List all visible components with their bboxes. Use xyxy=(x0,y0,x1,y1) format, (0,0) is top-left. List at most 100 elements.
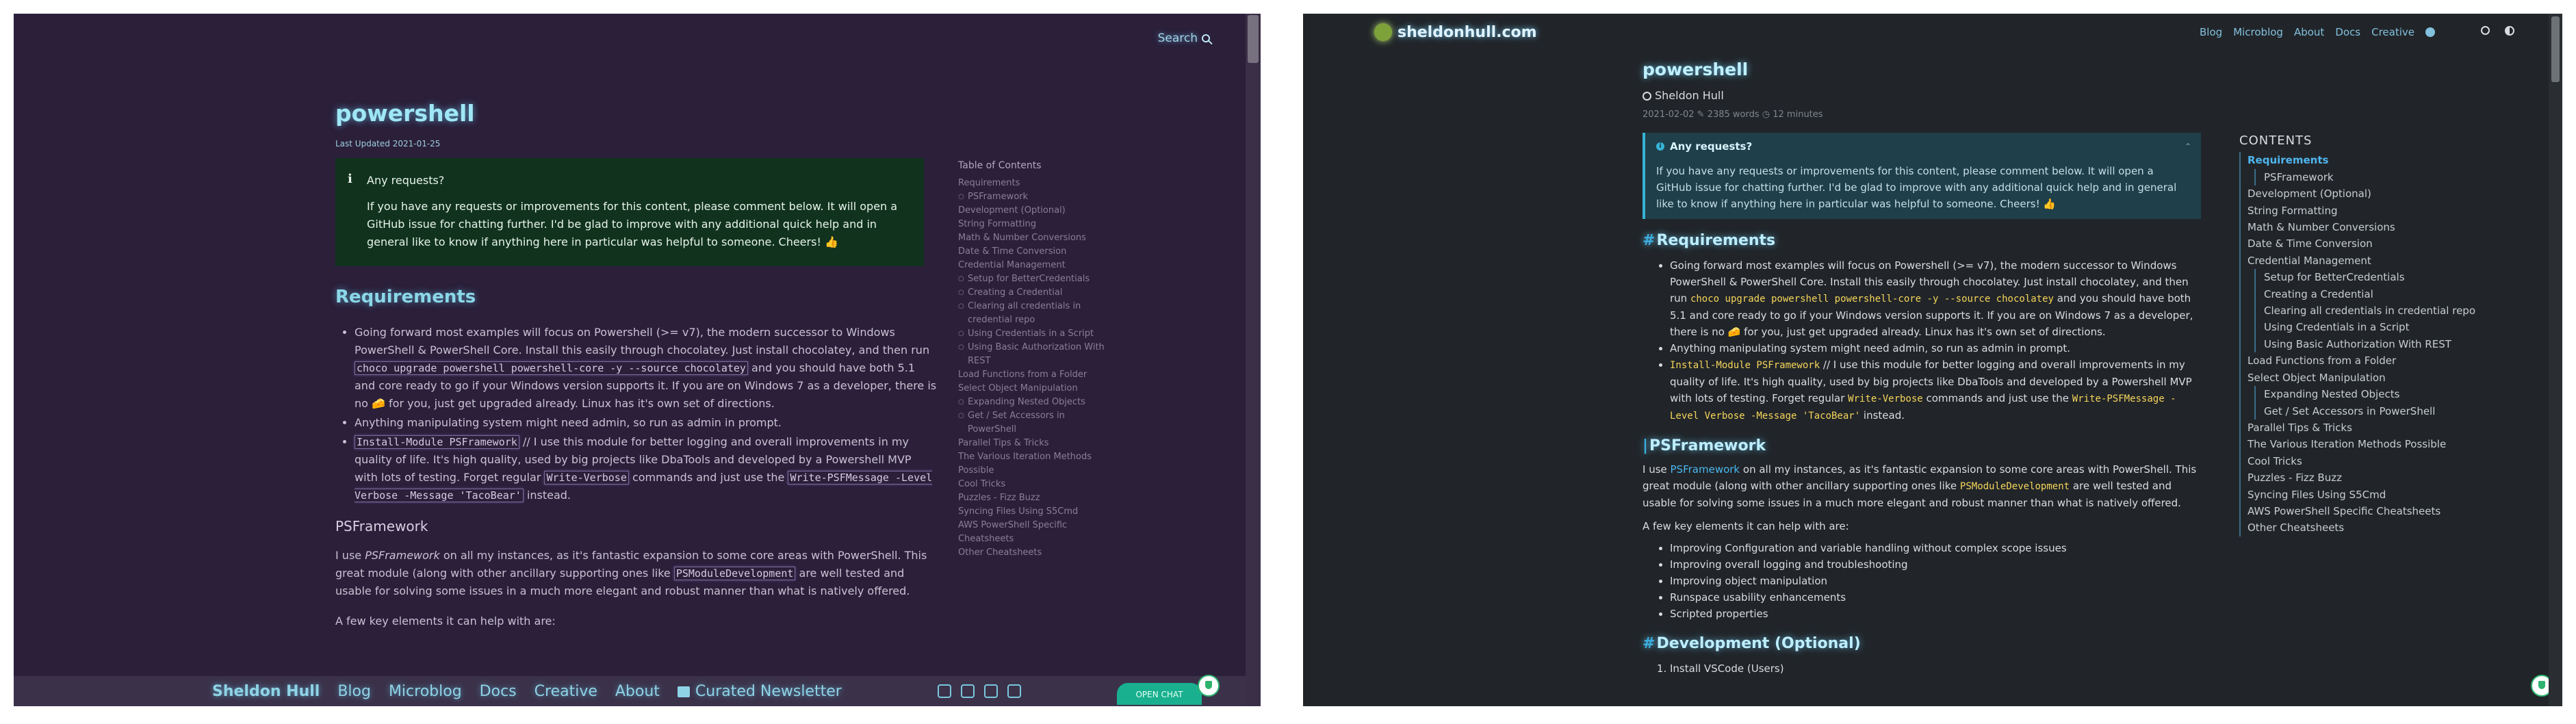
github-icon[interactable] xyxy=(2425,27,2435,37)
anchor-icon[interactable]: # xyxy=(1643,232,1655,249)
toc-item[interactable]: Setup for BetterCredentials xyxy=(2254,269,2513,286)
toc-item[interactable]: Credential Management xyxy=(2247,253,2513,269)
requests-callout[interactable]: i Any requests? ⌃ If you have any reques… xyxy=(1643,133,2201,219)
toc-item[interactable]: Puzzles - Fizz Buzz xyxy=(2247,469,2513,486)
toc-item[interactable]: Setup for BetterCredentials xyxy=(958,272,1116,286)
anchor-icon[interactable]: # xyxy=(1643,635,1655,652)
toc-item[interactable]: Credential Management xyxy=(958,259,1116,272)
psframework-link[interactable]: PSFramework xyxy=(1671,463,1740,476)
nav-docs[interactable]: Docs xyxy=(2335,26,2360,38)
toc-item[interactable]: Get / Set Accessors in PowerShell xyxy=(958,409,1116,437)
footer-link-blog[interactable]: Blog xyxy=(337,683,371,700)
footer-link-newsletter[interactable]: Curated Newsletter xyxy=(677,683,842,700)
author[interactable]: Sheldon Hull xyxy=(1643,88,2204,104)
toc-item[interactable]: PSFramework xyxy=(2254,168,2513,186)
toc-item[interactable]: The Various Iteration Methods Possible xyxy=(958,450,1116,478)
anchor-icon[interactable]: | xyxy=(1643,437,1648,454)
toc-item[interactable]: Load Functions from a Folder xyxy=(958,368,1116,382)
toc-item[interactable]: Expanding Nested Objects xyxy=(958,396,1116,409)
page-title: powershell xyxy=(335,100,475,127)
theme-toggle-icon[interactable] xyxy=(2505,26,2514,36)
toc-item[interactable]: Requirements xyxy=(958,177,1116,190)
footer-link-microblog[interactable]: Microblog xyxy=(389,683,462,700)
list-item: Improving Configuration and variable han… xyxy=(1670,540,2204,556)
site-logo[interactable]: sheldonhull.com xyxy=(1374,23,1537,41)
inline-code: choco upgrade powershell powershell-core… xyxy=(1690,294,2054,305)
toc-item[interactable]: Requirements xyxy=(2247,152,2513,168)
toc-title: Table of Contents xyxy=(958,160,1042,171)
open-chat-button[interactable]: OPEN CHAT xyxy=(1117,683,1202,705)
development-steps: Install VSCode (Users) xyxy=(1670,660,2204,677)
nav-blog[interactable]: Blog xyxy=(2200,26,2222,38)
toc-item[interactable]: AWS PowerShell Specific Cheatsheets xyxy=(958,519,1116,546)
chevron-up-icon[interactable]: ⌃ xyxy=(2185,138,2191,155)
list-item: Improving overall logging and troublesho… xyxy=(1670,556,2204,573)
scrollbar-thumb[interactable] xyxy=(1248,15,1259,63)
toc-item[interactable]: Syncing Files Using S5Cmd xyxy=(2247,487,2513,503)
toc-item[interactable]: String Formatting xyxy=(958,218,1116,231)
list-item: Going forward most examples will focus o… xyxy=(1670,257,2204,340)
toc-item[interactable]: Using Credentials in a Script xyxy=(2254,319,2513,336)
list-item: Improving object manipulation xyxy=(1670,573,2204,589)
callout-body: If you have any requests or improvements… xyxy=(1656,165,2177,210)
requests-callout: i Any requests? If you have any requests… xyxy=(335,158,924,266)
toc-item[interactable]: Creating a Credential xyxy=(2254,285,2513,303)
toc-item[interactable]: Puzzles - Fizz Buzz xyxy=(958,491,1116,505)
toc-item[interactable]: Clearing all credentials in credential r… xyxy=(958,300,1116,327)
rss-icon[interactable] xyxy=(984,684,998,698)
toc-item[interactable]: Using Credentials in a Script xyxy=(958,327,1116,341)
toc-item[interactable]: Creating a Credential xyxy=(958,286,1116,300)
footer-link-about[interactable]: About xyxy=(615,683,660,700)
requirements-list: Going forward most examples will focus o… xyxy=(1670,257,2204,424)
post-meta: 2021-02-02 ✎ 2385 words ◷ 12 minutes xyxy=(1643,109,1823,120)
toc-item[interactable]: Development (Optional) xyxy=(2247,185,2513,202)
toc-item[interactable]: Math & Number Conversions xyxy=(2247,219,2513,235)
toc-item[interactable]: Select Object Manipulation xyxy=(2247,370,2513,386)
toc-item[interactable]: The Various Iteration Methods Possible xyxy=(2247,436,2513,452)
toc-item[interactable]: Math & Number Conversions xyxy=(958,231,1116,245)
scrollbar[interactable] xyxy=(2549,14,2562,706)
nav-creative[interactable]: Creative xyxy=(2371,26,2414,38)
toc-item[interactable]: Clearing all credentials in credential r… xyxy=(2254,302,2513,320)
toc-item[interactable]: String Formatting xyxy=(2247,203,2513,219)
toc-item[interactable]: Other Cheatsheets xyxy=(2247,519,2513,536)
toc-item[interactable]: PSFramework xyxy=(958,190,1116,204)
shield-icon[interactable] xyxy=(1198,675,1220,697)
toc-items: RequirementsPSFrameworkDevelopment (Opti… xyxy=(958,177,1116,560)
header-icons xyxy=(2481,26,2514,36)
toc-item[interactable]: Using Basic Authorization With REST xyxy=(2254,335,2513,353)
toc-item[interactable]: Other Cheatsheets xyxy=(958,546,1116,560)
inline-code: Install-Module PSFramework xyxy=(1670,360,1820,371)
left-article: powershell Last Updated 2021-01-25 i Any… xyxy=(335,100,938,630)
footer-link-creative[interactable]: Creative xyxy=(534,683,597,700)
toc-item[interactable]: Cool Tricks xyxy=(958,478,1116,491)
nav-microblog[interactable]: Microblog xyxy=(2233,26,2283,38)
requirements-heading: #Requirements xyxy=(1643,233,2204,249)
toc-item[interactable]: Expanding Nested Objects xyxy=(2254,386,2513,403)
toc-item[interactable]: Get / Set Accessors in PowerShell xyxy=(2254,402,2513,419)
linkedin-icon[interactable] xyxy=(1007,684,1021,698)
nav-about[interactable]: About xyxy=(2294,26,2324,38)
search-icon xyxy=(1202,34,1210,42)
toc-item[interactable]: Date & Time Conversion xyxy=(958,245,1116,259)
toc-item[interactable]: Select Object Manipulation xyxy=(958,382,1116,396)
last-updated: Last Updated 2021-01-25 xyxy=(335,139,441,148)
scrollbar-thumb[interactable] xyxy=(2551,16,2560,82)
github-icon[interactable] xyxy=(961,684,975,698)
author-name: Sheldon Hull xyxy=(1655,89,1724,102)
toc-item[interactable]: AWS PowerShell Specific Cheatsheets xyxy=(2247,503,2513,519)
footer-brand[interactable]: Sheldon Hull xyxy=(212,683,320,700)
search-icon[interactable] xyxy=(2481,26,2490,35)
search-button[interactable]: Search xyxy=(1158,31,1210,45)
twitter-icon[interactable] xyxy=(938,684,951,698)
toc-item[interactable]: Syncing Files Using S5Cmd xyxy=(958,505,1116,519)
toc-item[interactable]: Development (Optional) xyxy=(958,204,1116,218)
toc-item[interactable]: Parallel Tips & Tricks xyxy=(2247,419,2513,436)
toc-item[interactable]: Load Functions from a Folder xyxy=(2247,352,2513,369)
scrollbar[interactable] xyxy=(1246,14,1261,706)
toc-item[interactable]: Cool Tricks xyxy=(2247,453,2513,469)
toc-item[interactable]: Date & Time Conversion xyxy=(2247,235,2513,252)
footer-link-docs[interactable]: Docs xyxy=(480,683,517,700)
toc-item[interactable]: Parallel Tips & Tricks xyxy=(958,437,1116,450)
toc-item[interactable]: Using Basic Authorization With REST xyxy=(958,341,1116,368)
